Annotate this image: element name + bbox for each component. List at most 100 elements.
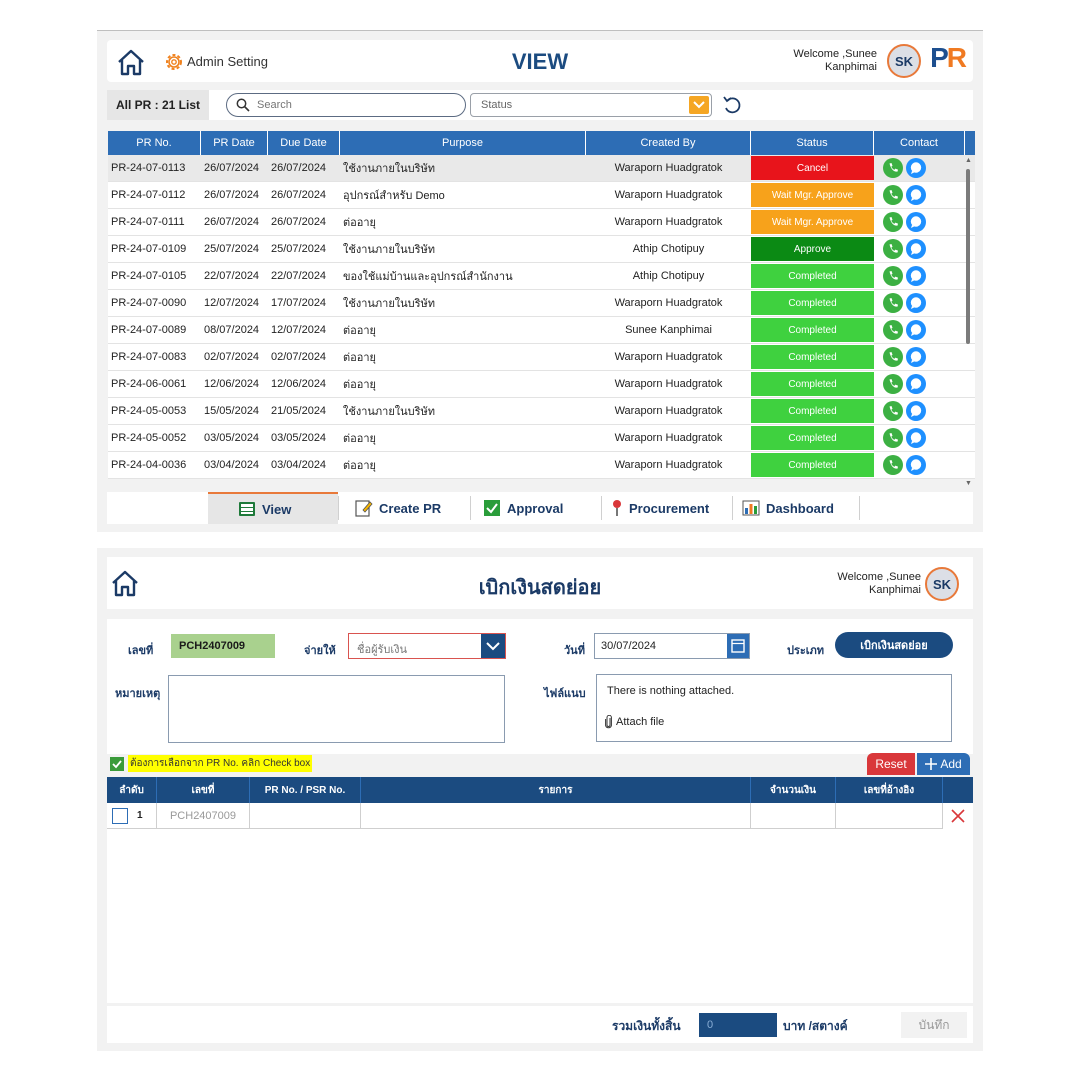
- checkbox-checked-icon: [484, 500, 500, 516]
- nav-procurement[interactable]: Procurement: [601, 492, 731, 524]
- type-badge[interactable]: เบิกเงินสดย่อย: [835, 632, 953, 658]
- chat-icon[interactable]: [906, 158, 926, 178]
- status-dropdown[interactable]: Status: [470, 93, 712, 117]
- row-select-cell: 1: [107, 803, 157, 829]
- nav-divider: [859, 496, 860, 520]
- admin-setting-link[interactable]: Admin Setting: [187, 54, 268, 69]
- chat-icon[interactable]: [906, 185, 926, 205]
- home-icon[interactable]: [116, 48, 146, 76]
- contact-cell: [875, 344, 966, 370]
- table-scrollbar[interactable]: ▲ ▼: [963, 157, 973, 487]
- checkbox-checked-icon[interactable]: [110, 756, 124, 771]
- chat-icon[interactable]: [906, 374, 926, 394]
- column-header[interactable]: Status: [751, 131, 874, 155]
- pr-select-option[interactable]: ต้องการเลือกจาก PR No. คลิก Check box: [110, 755, 313, 772]
- chat-icon[interactable]: [906, 401, 926, 421]
- calendar-icon[interactable]: [727, 634, 749, 658]
- chat-icon[interactable]: [906, 428, 926, 448]
- attachment-empty-text: There is nothing attached.: [607, 685, 735, 697]
- chevron-down-icon[interactable]: [481, 634, 505, 658]
- refresh-icon[interactable]: [721, 93, 743, 117]
- phone-icon[interactable]: [883, 266, 903, 286]
- cell-due-date: 02/07/2024: [271, 351, 327, 363]
- phone-icon[interactable]: [883, 158, 903, 178]
- avatar[interactable]: SK: [925, 567, 959, 601]
- phone-icon[interactable]: [883, 455, 903, 475]
- status-badge: Completed: [751, 345, 874, 369]
- scroll-down-icon[interactable]: ▼: [965, 480, 972, 487]
- table-row[interactable]: PR-24-07-0111 26/07/2024 26/07/2024 ต่ออายุ…: [108, 209, 975, 236]
- payee-dropdown[interactable]: ชื่อผู้รับเงิน: [348, 633, 506, 659]
- phone-icon[interactable]: [883, 212, 903, 232]
- total-label: รวมเงินทั้งสิ้น: [612, 1019, 681, 1033]
- cell-purpose: ใช้งานภายในบริษัท: [343, 244, 436, 256]
- column-header[interactable]: PR No.: [108, 131, 201, 155]
- search-input[interactable]: [257, 97, 457, 113]
- phone-icon[interactable]: [883, 374, 903, 394]
- row-pr-no[interactable]: [250, 803, 361, 829]
- table-row[interactable]: PR-24-07-0109 25/07/2024 25/07/2024 ใช้งานภ…: [108, 236, 975, 263]
- chat-icon[interactable]: [906, 212, 926, 232]
- chat-icon[interactable]: [906, 293, 926, 313]
- nav-dashboard[interactable]: Dashboard: [732, 492, 858, 524]
- cell-purpose: ต่ออายุ: [343, 217, 376, 229]
- table-row[interactable]: PR-24-06-0061 12/06/2024 12/06/2024 ต่ออายุ…: [108, 371, 975, 398]
- chat-icon[interactable]: [906, 320, 926, 340]
- add-button[interactable]: Add: [917, 753, 970, 775]
- petty-header: เบิกเงินสดย่อย Welcome ,Sunee Kanphimai …: [107, 557, 973, 609]
- cell-purpose: ของใช้แม่บ้านและอุปกรณ์สำนักงาน: [343, 271, 513, 283]
- chat-icon[interactable]: [906, 455, 926, 475]
- phone-icon[interactable]: [883, 347, 903, 367]
- column-header[interactable]: Created By: [586, 131, 751, 155]
- petty-form: เลขที่ PCH2407009 จ่ายให้ ชื่อผู้รับเงิน…: [107, 619, 973, 754]
- avatar[interactable]: SK: [887, 44, 921, 78]
- chat-icon[interactable]: [906, 347, 926, 367]
- column-header[interactable]: Contact: [874, 131, 965, 155]
- search-box[interactable]: [226, 93, 466, 117]
- table-row[interactable]: PR-24-07-0113 26/07/2024 26/07/2024 ใช้งานภ…: [108, 155, 975, 182]
- nav-create-pr[interactable]: Create PR: [343, 492, 469, 524]
- reset-button[interactable]: Reset: [867, 753, 915, 775]
- nav-procurement-label: Procurement: [629, 500, 710, 516]
- remark-textarea[interactable]: [168, 675, 505, 743]
- nav-approval[interactable]: Approval: [471, 492, 599, 524]
- nav-dashboard-label: Dashboard: [766, 500, 834, 516]
- column-header[interactable]: PR Date: [201, 131, 268, 155]
- cell-created-by: Sunee Kanphimai: [625, 324, 712, 336]
- row-amount[interactable]: [751, 803, 836, 829]
- chevron-down-icon[interactable]: [689, 96, 709, 114]
- phone-icon[interactable]: [883, 401, 903, 421]
- table-row[interactable]: PR-24-07-0105 22/07/2024 22/07/2024 ของใช้แ…: [108, 263, 975, 290]
- column-header[interactable]: Purpose: [340, 131, 586, 155]
- gear-icon[interactable]: [163, 51, 185, 73]
- table-row[interactable]: PR-24-05-0053 15/05/2024 21/05/2024 ใช้งานภ…: [108, 398, 975, 425]
- attach-file-button[interactable]: Attach file: [605, 715, 664, 729]
- delete-row-button[interactable]: [943, 803, 973, 829]
- row-ref[interactable]: [836, 803, 943, 829]
- table-row[interactable]: PR-24-07-0090 12/07/2024 17/07/2024 ใช้งานภ…: [108, 290, 975, 317]
- table-row[interactable]: PR-24-07-0083 02/07/2024 02/07/2024 ต่ออายุ…: [108, 344, 975, 371]
- row-item[interactable]: [361, 803, 751, 829]
- phone-icon[interactable]: [883, 428, 903, 448]
- table-row[interactable]: PR-24-07-0089 08/07/2024 12/07/2024 ต่ออายุ…: [108, 317, 975, 344]
- table-row[interactable]: PR-24-04-0036 03/04/2024 03/04/2024 ต่ออายุ…: [108, 452, 975, 479]
- nav-view[interactable]: View: [208, 492, 338, 524]
- cell-created-by: Waraporn Huadgratok: [614, 189, 723, 201]
- table-body: PR-24-07-0113 26/07/2024 26/07/2024 ใช้งานภ…: [108, 155, 975, 479]
- phone-icon[interactable]: [883, 320, 903, 340]
- attachment-box: There is nothing attached. Attach file: [596, 674, 952, 742]
- date-picker[interactable]: 30/07/2024: [594, 633, 750, 659]
- phone-icon[interactable]: [883, 239, 903, 259]
- scroll-up-icon[interactable]: ▲: [965, 157, 972, 164]
- column-header[interactable]: Due Date: [268, 131, 340, 155]
- table-row[interactable]: PR-24-07-0112 26/07/2024 26/07/2024 อุปกรณ์…: [108, 182, 975, 209]
- chat-icon[interactable]: [906, 266, 926, 286]
- phone-icon[interactable]: [883, 185, 903, 205]
- scrollbar-thumb[interactable]: [966, 169, 970, 344]
- save-button[interactable]: บันทึก: [901, 1012, 967, 1038]
- chat-icon[interactable]: [906, 239, 926, 259]
- table-row[interactable]: PR-24-05-0052 03/05/2024 03/05/2024 ต่ออายุ…: [108, 425, 975, 452]
- row-checkbox[interactable]: [112, 807, 128, 824]
- row-doc-no: PCH2407009: [157, 803, 250, 829]
- phone-icon[interactable]: [883, 293, 903, 313]
